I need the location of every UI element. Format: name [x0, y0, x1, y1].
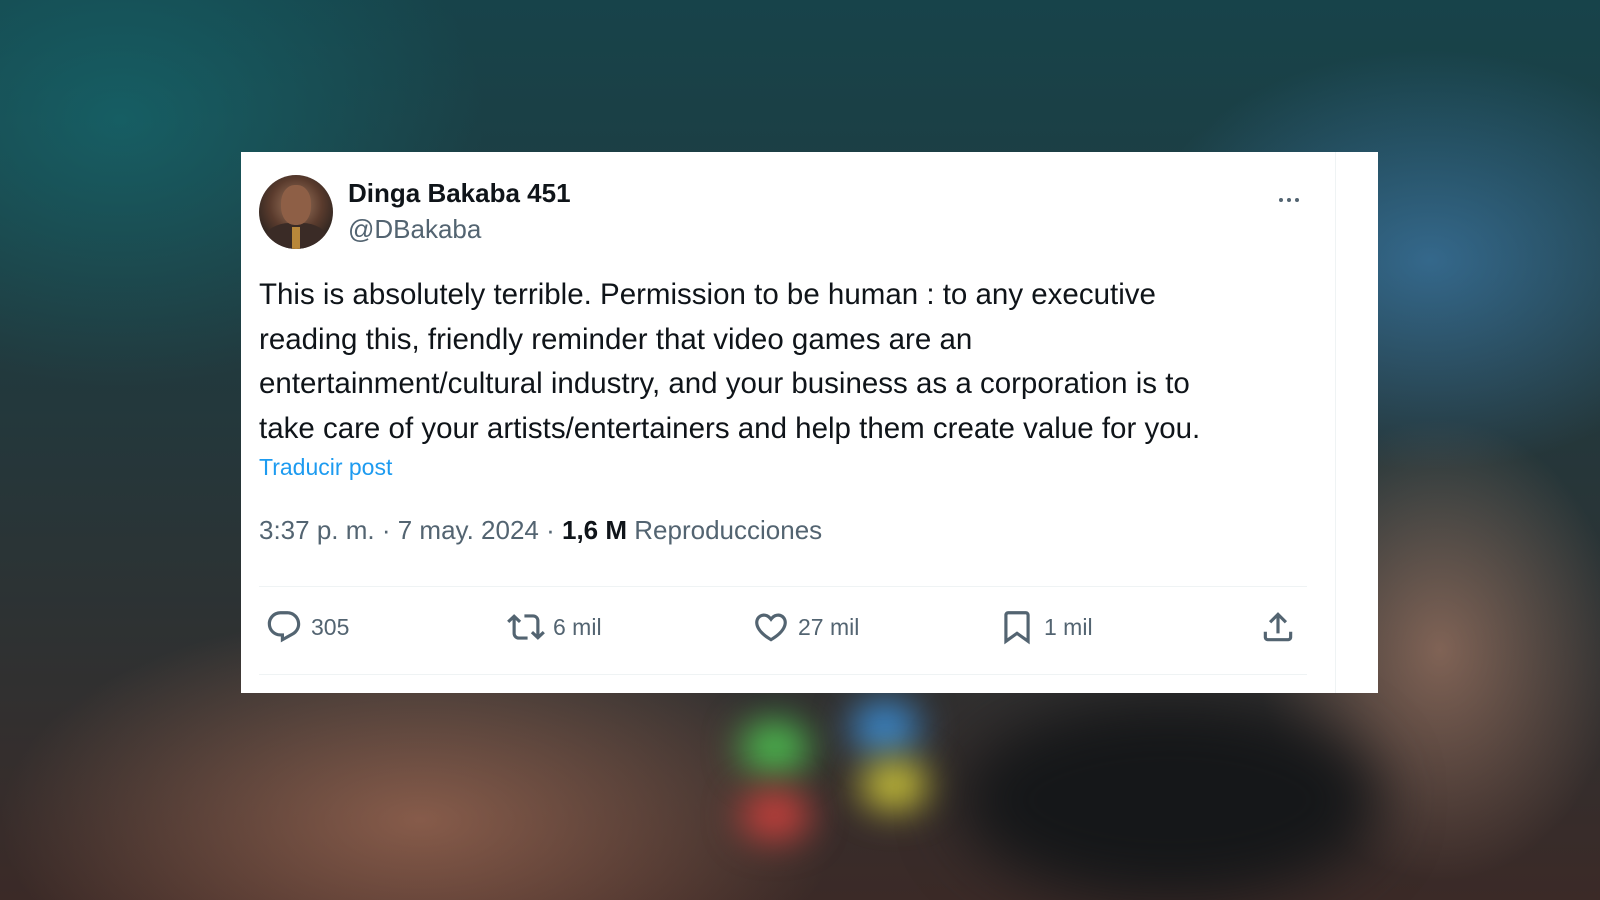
display-name[interactable]: Dinga Bakaba 451	[348, 178, 571, 209]
tweet-content: Dinga Bakaba 451 @DBakaba This is absolu…	[241, 152, 1336, 693]
avatar[interactable]	[259, 175, 333, 249]
user-handle[interactable]: @DBakaba	[348, 214, 481, 245]
bookmark-icon	[1004, 611, 1030, 645]
share-button[interactable]	[1259, 606, 1297, 648]
divider	[259, 674, 1307, 675]
tweet-metadata: 3:37 p. m. · 7 may. 2024 · 1,6 M Reprodu…	[259, 515, 822, 546]
share-icon	[1263, 612, 1293, 642]
like-count: 27 mil	[798, 613, 860, 640]
like-icon	[755, 613, 787, 642]
repost-count: 6 mil	[553, 613, 602, 640]
repost-button[interactable]: 6 mil	[507, 606, 602, 648]
views-count: 1,6 M	[562, 515, 628, 545]
bookmark-count: 1 mil	[1044, 613, 1093, 640]
reply-count: 305	[311, 613, 350, 640]
controller-blue-button	[850, 700, 920, 755]
bookmark-button[interactable]: 1 mil	[998, 606, 1093, 648]
controller-body	[960, 700, 1380, 900]
tweet-text: This is absolutely terrible. Permission …	[259, 278, 1201, 445]
translate-post-link[interactable]: Traducir post	[259, 454, 392, 481]
controller-green-button	[740, 720, 810, 775]
reply-icon	[267, 611, 301, 643]
like-button[interactable]: 27 mil	[752, 606, 859, 648]
divider	[259, 586, 1307, 587]
repost-icon	[507, 614, 545, 640]
more-icon[interactable]	[1271, 182, 1307, 218]
reply-button[interactable]: 305	[265, 606, 349, 648]
tweet-card: Dinga Bakaba 451 @DBakaba This is absolu…	[241, 152, 1378, 693]
timestamp[interactable]: 3:37 p. m. · 7 may. 2024 ·	[259, 515, 562, 545]
views-label: Reproducciones	[634, 515, 823, 545]
controller-yellow-button	[860, 760, 930, 810]
controller-red-button	[740, 790, 810, 840]
